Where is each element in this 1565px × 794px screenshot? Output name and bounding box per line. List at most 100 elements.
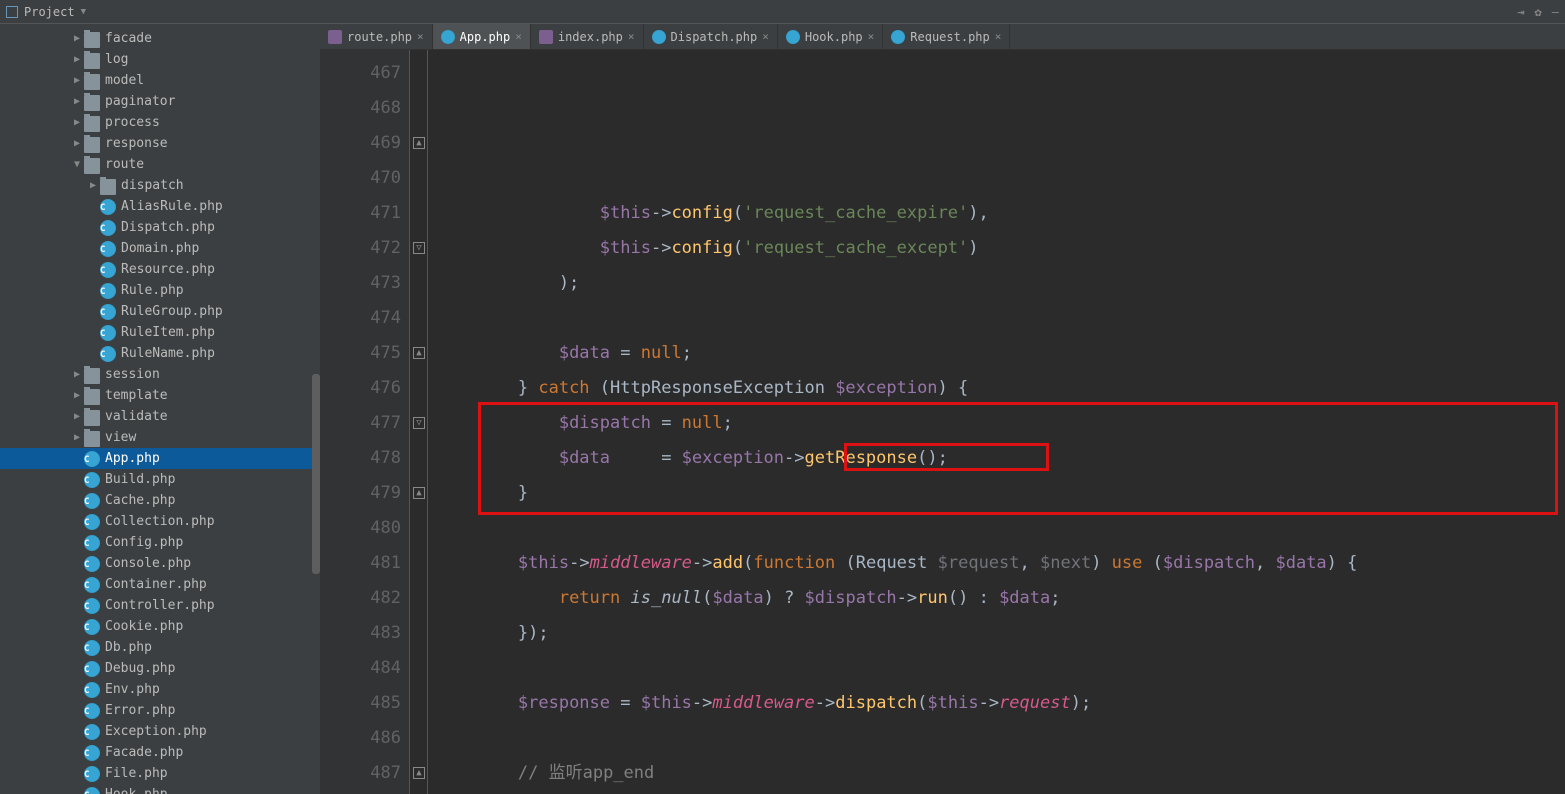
tree-item-facade[interactable]: ▶facade [0, 28, 320, 49]
tree-item-session[interactable]: ▶session [0, 364, 320, 385]
php-file-icon [100, 220, 116, 236]
route-file-icon [328, 30, 342, 44]
tree-item-Rule-php[interactable]: Rule.php [0, 280, 320, 301]
fold-marker[interactable]: ▽ [413, 242, 425, 254]
tree-item-Exception-php[interactable]: Exception.php [0, 721, 320, 742]
tab-route-php[interactable]: route.php× [320, 24, 433, 49]
close-icon[interactable]: × [868, 30, 875, 43]
tree-item-label: Domain.php [121, 241, 199, 256]
tree-item-Cookie-php[interactable]: Cookie.php [0, 616, 320, 637]
project-dropdown[interactable]: Project ▼ [6, 5, 86, 19]
tree-item-Container-php[interactable]: Container.php [0, 574, 320, 595]
php-file-icon [84, 766, 100, 782]
close-icon[interactable]: × [628, 30, 635, 43]
tree-item-response[interactable]: ▶response [0, 133, 320, 154]
line-number: 476 [320, 371, 401, 406]
tree-arrow[interactable]: ▶ [72, 390, 82, 401]
code-editor[interactable]: $this->config('request_cache_expire'), $… [428, 50, 1565, 794]
tree-item-Collection-php[interactable]: Collection.php [0, 511, 320, 532]
tree-item-Controller-php[interactable]: Controller.php [0, 595, 320, 616]
tree-item-Db-php[interactable]: Db.php [0, 637, 320, 658]
tree-item-Debug-php[interactable]: Debug.php [0, 658, 320, 679]
tab-Dispatch-php[interactable]: Dispatch.php× [644, 24, 778, 49]
tree-item-validate[interactable]: ▶validate [0, 406, 320, 427]
tree-item-Config-php[interactable]: Config.php [0, 532, 320, 553]
tree-item-label: Collection.php [105, 514, 215, 529]
tree-item-Console-php[interactable]: Console.php [0, 553, 320, 574]
collapse-icon[interactable]: ⇥ [1517, 5, 1524, 19]
fold-marker[interactable]: ▲ [413, 347, 425, 359]
php-file-icon [441, 30, 455, 44]
tab-index-php[interactable]: index.php× [531, 24, 644, 49]
tree-item-Domain-php[interactable]: Domain.php [0, 238, 320, 259]
fold-marker[interactable]: ▲ [413, 487, 425, 499]
tree-item-label: Cookie.php [105, 619, 183, 634]
tree-item-RuleName-php[interactable]: RuleName.php [0, 343, 320, 364]
hide-icon[interactable]: — [1552, 5, 1559, 19]
tree-item-model[interactable]: ▶model [0, 70, 320, 91]
tab-Request-php[interactable]: Request.php × [883, 24, 1010, 49]
close-icon[interactable]: × [995, 30, 1002, 43]
line-number: 470 [320, 161, 401, 196]
line-number: 469 [320, 126, 401, 161]
tree-arrow[interactable]: ▶ [72, 54, 82, 65]
tree-item-dispatch[interactable]: ▶dispatch [0, 175, 320, 196]
tree-item-label: Controller.php [105, 598, 215, 613]
tab-App-php[interactable]: App.php× [433, 24, 531, 49]
tree-item-route[interactable]: ▼ route [0, 154, 320, 175]
tree-item-Build-php[interactable]: Build.php [0, 469, 320, 490]
tab-Hook-php[interactable]: Hook.php× [778, 24, 883, 49]
tree-item-Hook-php[interactable]: Hook.php [0, 784, 320, 794]
tree-item-label: Exception.php [105, 724, 207, 739]
tree-item-template[interactable]: ▶template [0, 385, 320, 406]
tree-arrow[interactable]: ▶ [72, 75, 82, 86]
php-file-icon [652, 30, 666, 44]
fold-marker[interactable]: ▲ [413, 137, 425, 149]
folder-icon [84, 368, 100, 384]
tree-arrow[interactable]: ▶ [72, 33, 82, 44]
tree-arrow[interactable]: ▶ [72, 117, 82, 128]
tree-arrow[interactable]: ▶ [72, 432, 82, 443]
folder-icon [84, 74, 100, 90]
tree-item-Resource-php[interactable]: Resource.php [0, 259, 320, 280]
php-file-icon [84, 598, 100, 614]
tree-item-Facade-php[interactable]: Facade.php [0, 742, 320, 763]
tree-item-App-php[interactable]: App.php [0, 448, 320, 469]
tree-item-label: RuleItem.php [121, 325, 215, 340]
tree-item-AliasRule-php[interactable]: AliasRule.php [0, 196, 320, 217]
tab-label: Request.php [910, 30, 989, 44]
tree-arrow[interactable]: ▶ [72, 369, 82, 380]
line-number: 473 [320, 266, 401, 301]
tree-item-label: RuleName.php [121, 346, 215, 361]
tree-item-process[interactable]: ▶process [0, 112, 320, 133]
tree-arrow[interactable]: ▶ [72, 411, 82, 422]
tree-arrow[interactable]: ▶ [72, 96, 82, 107]
code-line [436, 721, 1565, 756]
tree-item-label: Error.php [105, 703, 175, 718]
tree-item-Dispatch-php[interactable]: Dispatch.php [0, 217, 320, 238]
tree-arrow[interactable]: ▼ [72, 159, 82, 170]
php-file-icon [84, 787, 100, 794]
close-icon[interactable]: × [762, 30, 769, 43]
project-tree[interactable]: ▶facade▶log▶model▶paginator▶process▶resp… [0, 24, 320, 794]
tree-item-File-php[interactable]: File.php [0, 763, 320, 784]
tree-item-RuleGroup-php[interactable]: RuleGroup.php [0, 301, 320, 322]
tree-item-view[interactable]: ▶view [0, 427, 320, 448]
line-number: 487 [320, 756, 401, 791]
tree-item-log[interactable]: ▶log [0, 49, 320, 70]
tree-arrow[interactable]: ▶ [88, 180, 98, 191]
close-icon[interactable]: × [417, 30, 424, 43]
tree-item-Error-php[interactable]: Error.php [0, 700, 320, 721]
line-number: 486 [320, 721, 401, 756]
tree-scrollbar[interactable] [312, 374, 320, 574]
fold-marker[interactable]: ▽ [413, 417, 425, 429]
tree-item-RuleItem-php[interactable]: RuleItem.php [0, 322, 320, 343]
tree-item-Env-php[interactable]: Env.php [0, 679, 320, 700]
fold-marker[interactable]: ▲ [413, 767, 425, 779]
close-icon[interactable]: × [515, 30, 522, 43]
tree-item-label: route [105, 157, 144, 172]
tree-arrow[interactable]: ▶ [72, 138, 82, 149]
tree-item-Cache-php[interactable]: Cache.php [0, 490, 320, 511]
settings-icon[interactable]: ✿ [1535, 5, 1542, 19]
tree-item-paginator[interactable]: ▶paginator [0, 91, 320, 112]
